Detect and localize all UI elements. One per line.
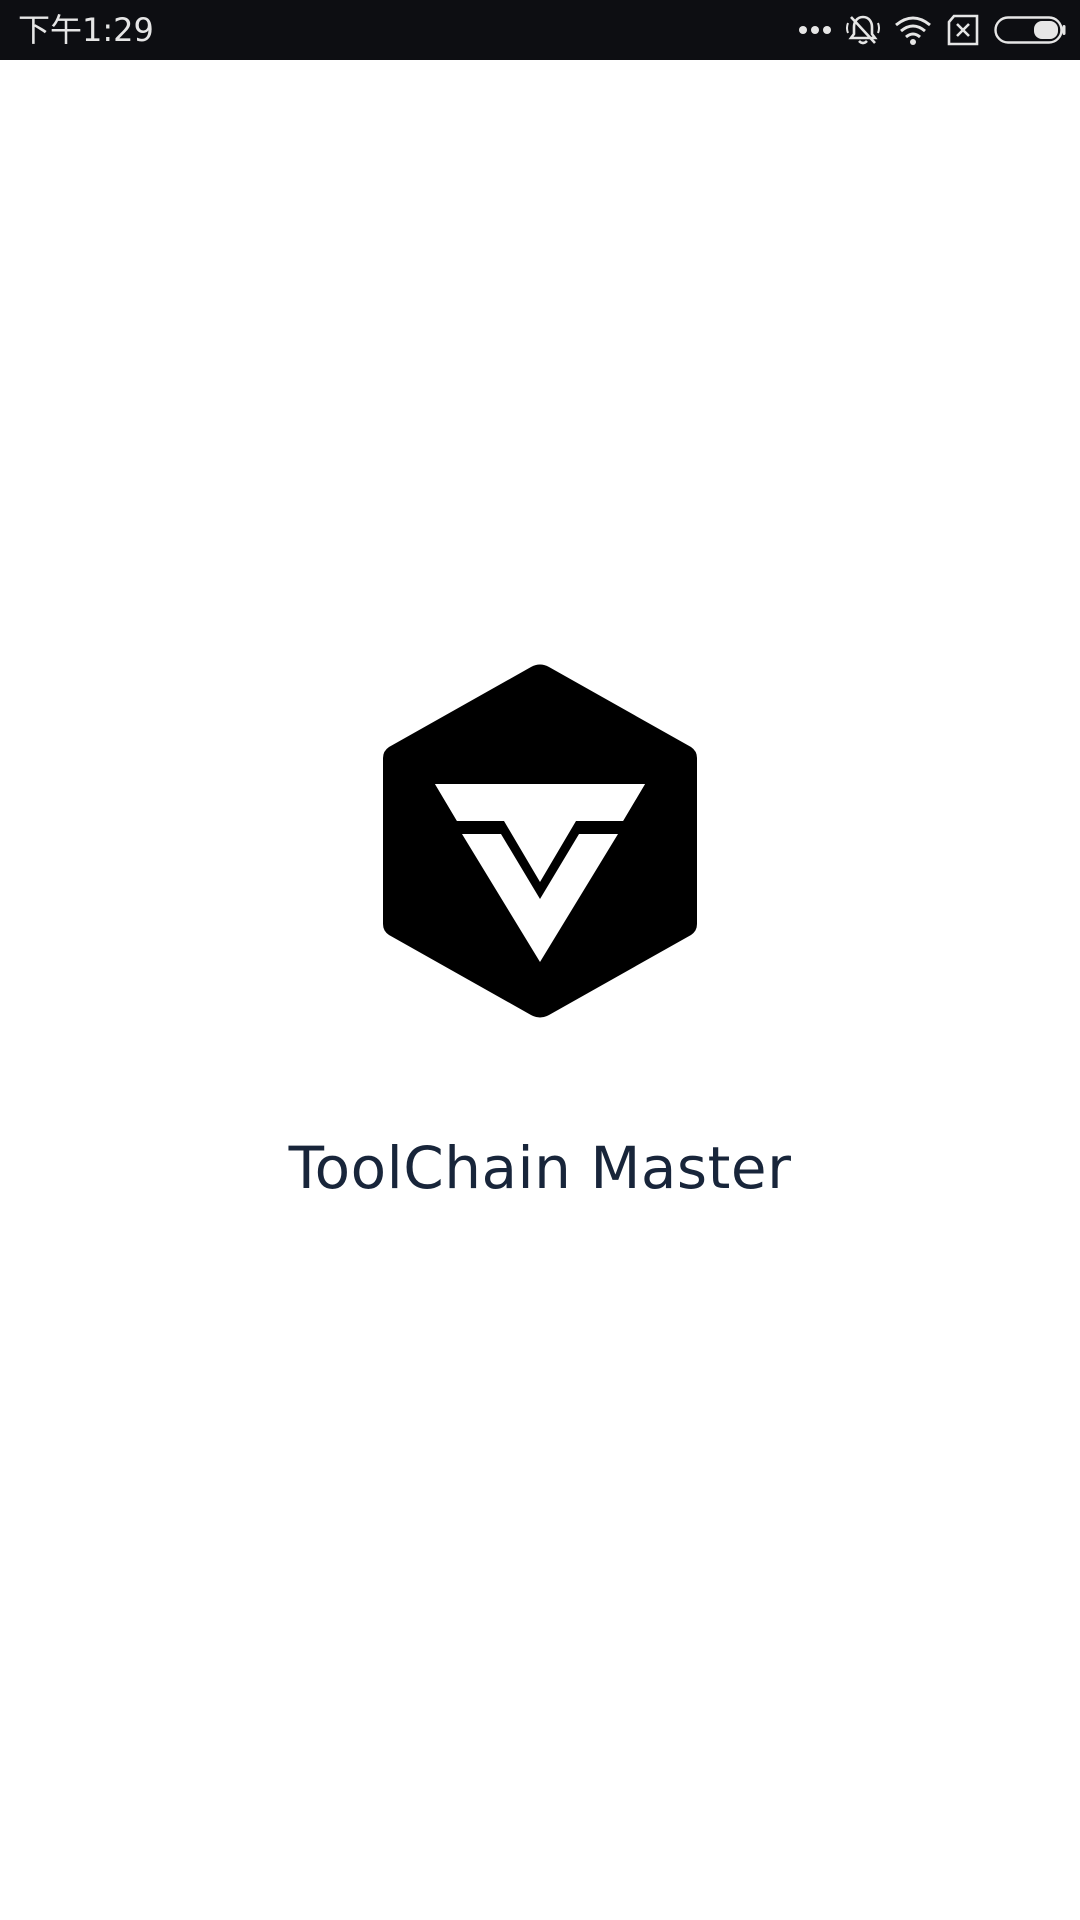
more-dots-icon [798, 25, 832, 35]
bell-muted-icon [846, 13, 880, 47]
status-bar: 下午1:29 [0, 0, 1080, 60]
app-name-title: ToolChain Master [288, 1134, 792, 1202]
status-time: 下午1:29 [18, 11, 154, 49]
battery-icon [994, 16, 1066, 44]
splash-screen: 下午1:29 ToolChain Master [0, 0, 1080, 1920]
wifi-icon [894, 15, 932, 45]
status-icons [798, 12, 1066, 48]
hexagon-v-logo-icon [378, 662, 702, 1020]
splash-content: ToolChain Master [0, 60, 1080, 1920]
sim-x-icon [946, 14, 980, 46]
